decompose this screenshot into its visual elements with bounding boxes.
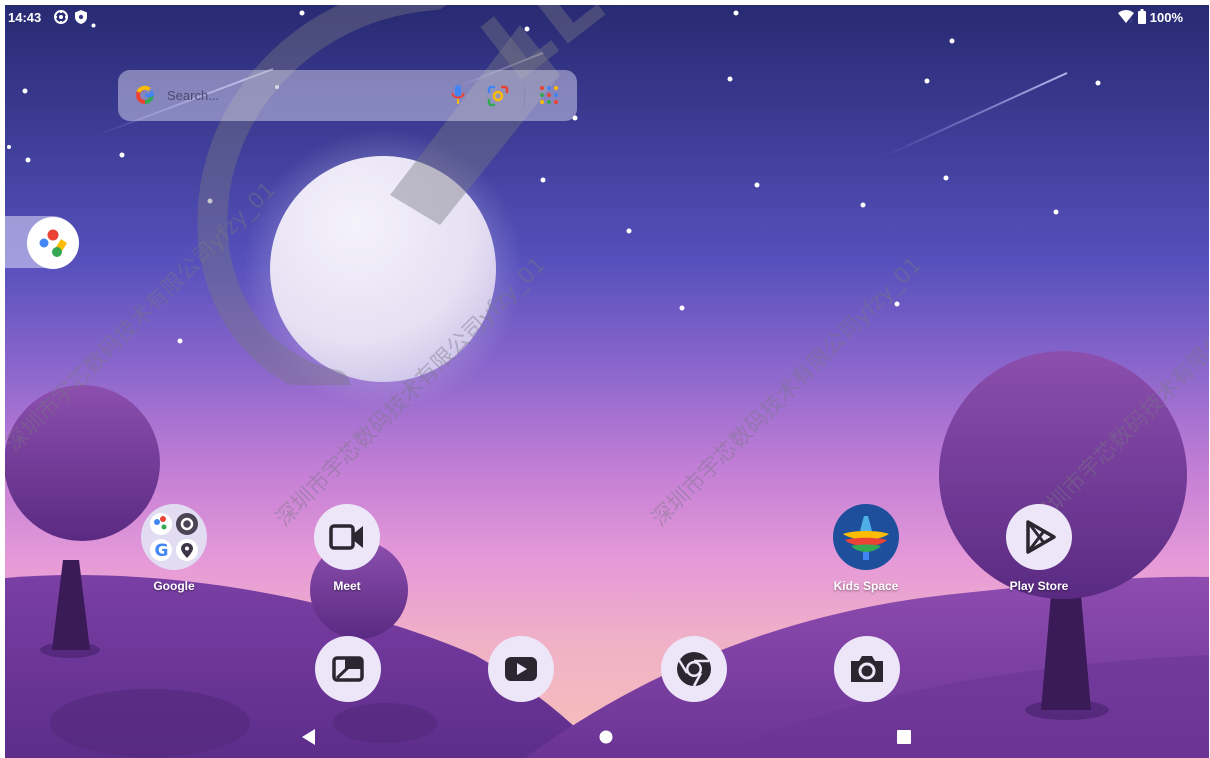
battery-icon: [1138, 9, 1146, 27]
app-google-folder[interactable]: G Google: [124, 504, 224, 593]
apps-grid-icon[interactable]: [539, 85, 559, 110]
video-camera-icon: [314, 504, 380, 570]
gallery-icon[interactable]: [315, 636, 381, 702]
app-play-store[interactable]: Play Store: [989, 504, 1089, 593]
divider: [524, 83, 526, 113]
back-icon[interactable]: [302, 729, 316, 750]
tree-trunk: [52, 560, 90, 650]
camera-icon[interactable]: [834, 636, 900, 702]
youtube-play-icon[interactable]: [488, 636, 554, 702]
kids-space-icon: [833, 504, 899, 570]
app-kids-space[interactable]: Kids Space: [816, 504, 916, 593]
google-g-icon: [134, 84, 156, 111]
wifi-icon: [1118, 10, 1134, 27]
svg-text:G: G: [155, 541, 169, 561]
app-meet[interactable]: Meet: [297, 504, 397, 593]
status-time: 14:43: [8, 10, 42, 25]
dot-icon: [91, 16, 96, 31]
mic-icon[interactable]: [451, 84, 465, 111]
play-store-icon: [1006, 504, 1072, 570]
lens-icon[interactable]: [487, 85, 509, 112]
home-screen: LLWi 深圳市宇芯数码技术有限公司yfzy_01 深圳市宇芯数码技术有限公司y…: [5, 5, 1209, 758]
shield-icon: [74, 9, 88, 28]
app-label: Google: [153, 579, 195, 593]
assistant-icon[interactable]: [27, 217, 79, 269]
google-folder-icon: G: [141, 504, 207, 570]
shooting-star: [882, 72, 1068, 158]
app-label: Meet: [333, 579, 361, 593]
search-input[interactable]: Search...: [167, 88, 219, 103]
home-icon[interactable]: [599, 730, 613, 749]
settings-gear-icon: [53, 9, 69, 28]
status-bar: 14:43 100%: [5, 5, 1209, 29]
app-label: Kids Space: [833, 579, 899, 593]
recents-icon[interactable]: [897, 730, 911, 749]
battery-percent: 100%: [1149, 10, 1183, 25]
search-bar[interactable]: Search...: [118, 70, 577, 121]
chrome-icon[interactable]: [661, 636, 727, 702]
navigation-bar: [5, 723, 1209, 758]
app-label: Play Store: [1009, 579, 1069, 593]
